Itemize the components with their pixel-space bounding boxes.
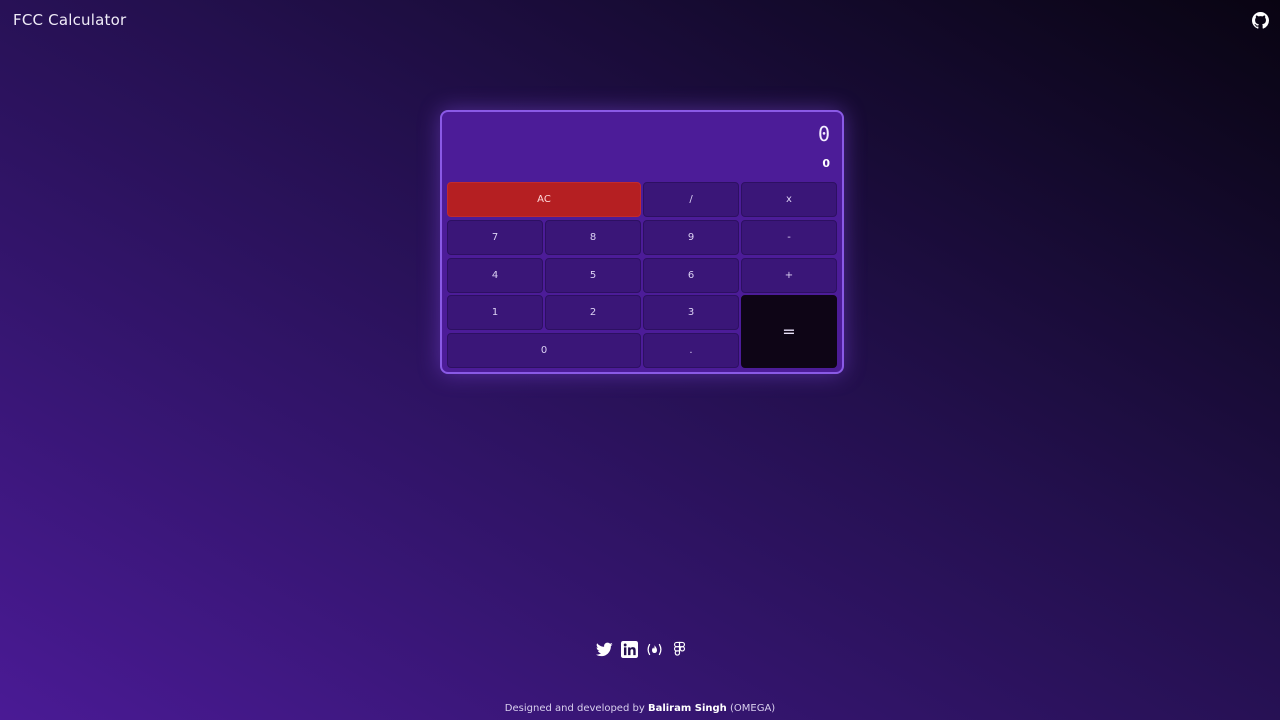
divide-button[interactable]: / — [643, 182, 739, 217]
add-button[interactable]: + — [741, 257, 837, 293]
clear-button[interactable]: AC — [447, 182, 641, 217]
formula-display: 0 — [817, 122, 830, 146]
one-button[interactable]: 1 — [447, 295, 543, 331]
subtract-button[interactable]: - — [741, 219, 837, 255]
app-title: FCC Calculator — [13, 11, 127, 29]
freecodecamp-icon[interactable] — [646, 641, 663, 658]
five-button[interactable]: 5 — [545, 257, 641, 293]
output-display: 0 — [822, 157, 830, 170]
social-links — [596, 640, 688, 658]
calculator-display: 0 0 — [442, 112, 842, 182]
equals-button[interactable]: = — [741, 295, 837, 368]
calculator: 0 0 AC / x 7 8 9 - 4 5 6 + 1 2 3 = 0 . — [440, 110, 844, 374]
author-name[interactable]: Baliram Singh — [648, 703, 727, 714]
two-button[interactable]: 2 — [545, 295, 641, 331]
multiply-button[interactable]: x — [741, 182, 837, 217]
credit-prefix: Designed and developed by — [504, 703, 645, 714]
nine-button[interactable]: 9 — [643, 219, 739, 255]
decimal-button[interactable]: . — [643, 333, 739, 368]
footer-credits: Designed and developed by Baliram Singh … — [0, 703, 1280, 714]
keypad: AC / x 7 8 9 - 4 5 6 + 1 2 3 = 0 . — [447, 182, 839, 368]
three-button[interactable]: 3 — [643, 295, 739, 331]
seven-button[interactable]: 7 — [447, 219, 543, 255]
figma-icon[interactable] — [671, 641, 688, 658]
author-alias: (OMEGA) — [729, 703, 776, 714]
six-button[interactable]: 6 — [643, 257, 739, 293]
linkedin-icon[interactable] — [621, 640, 638, 658]
eight-button[interactable]: 8 — [545, 219, 641, 255]
twitter-icon[interactable] — [596, 641, 613, 658]
zero-button[interactable]: 0 — [447, 333, 641, 368]
github-icon[interactable] — [1252, 12, 1269, 29]
four-button[interactable]: 4 — [447, 257, 543, 293]
